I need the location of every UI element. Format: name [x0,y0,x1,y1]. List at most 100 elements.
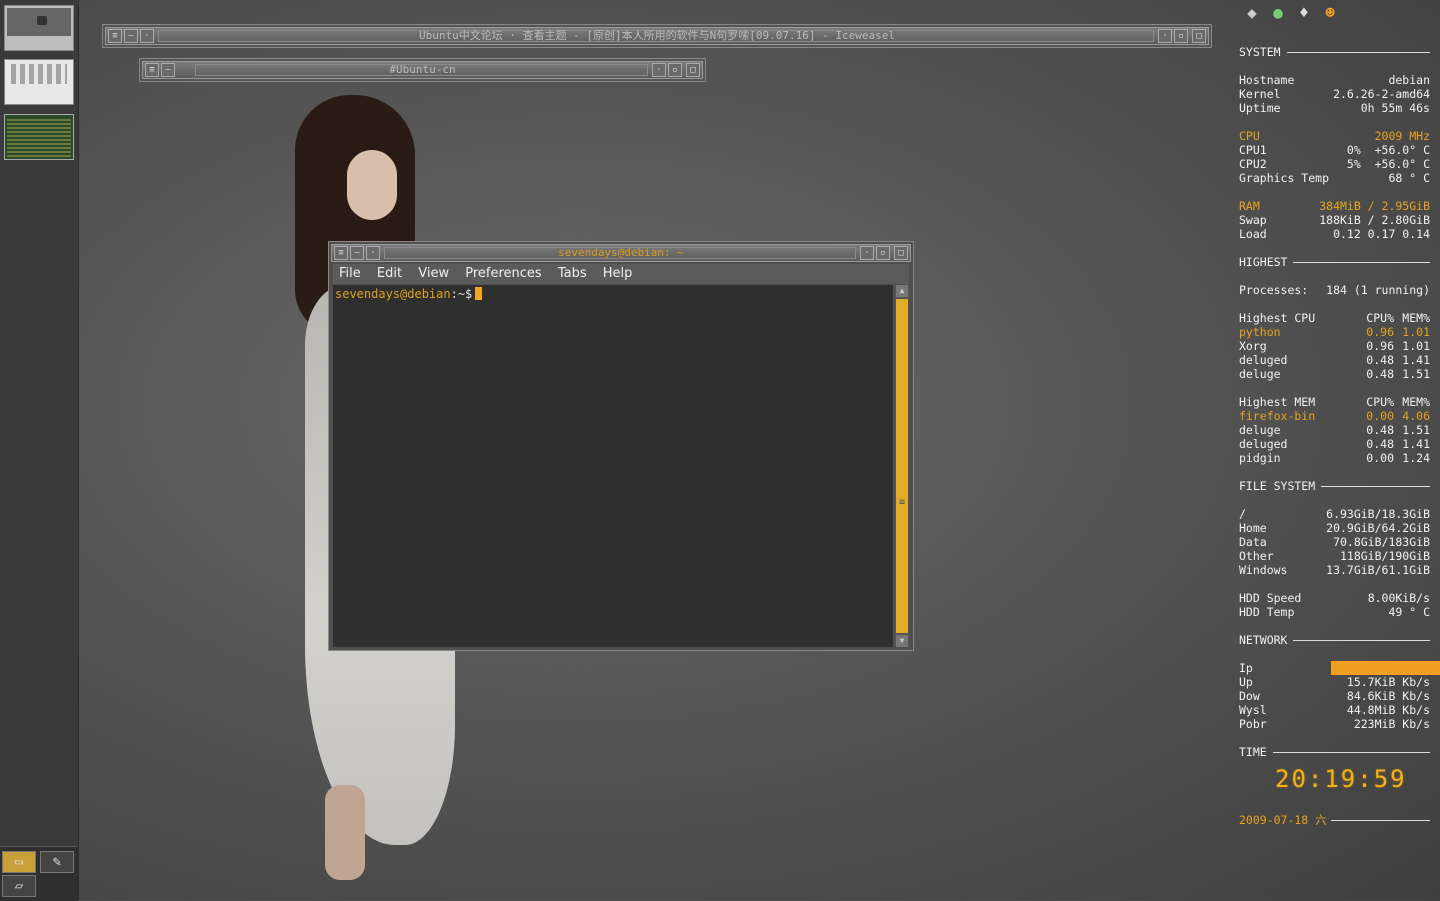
fs-value: 13.7GiB/61.1GiB [1326,563,1430,577]
terminal-title: sevendays@debian: ~ [558,246,684,259]
fs-label: Other [1239,549,1274,563]
proc-name: pidgin [1239,451,1281,465]
menu-edit[interactable]: Edit [371,264,408,284]
hdd-info: HDD Speed 8.00KiB/s HDD Temp 49 ° C [1239,591,1430,619]
network-section: NETWORK [1239,633,1430,647]
scroll-down-icon[interactable]: ▼ [896,635,908,647]
tray-icons: ◆ ● ♦ ☻ [1241,2,1345,24]
proc-mem: 1.01 [1402,339,1430,353]
iceweasel-titlebar[interactable]: ≡ – · Ubuntu中文论坛 · 查看主题 - [原创]本人所用的软件与N句… [105,27,1209,45]
highest-cpu-title: Highest CPU [1239,311,1316,325]
proc-mem: 1.01 [1402,325,1430,339]
maximize-icon[interactable]: ▫ [1174,29,1188,43]
fs-label: Home [1239,521,1267,535]
cpu1-pct: 0% [1346,143,1361,157]
wallpaper-leg [325,785,365,880]
close-icon[interactable]: □ [894,246,908,260]
terminal-window[interactable]: ≡ – · sevendays@debian: ~ · ▫ □ File Edi… [328,241,914,651]
system-section: SYSTEM [1239,45,1430,59]
filesystem-info: / 6.93GiB/18.3GiB Home 20.9GiB/64.2GiB Dat… [1239,507,1430,577]
cpu2-pct: 5% [1346,157,1361,171]
editor-task-icon[interactable]: ✎ [40,851,74,873]
highest-mem-title: Highest MEM [1239,395,1316,409]
workspace-3-preview [7,119,71,157]
drive-task-icon[interactable]: ▱ [2,875,36,897]
proc-cpu: 0.48 [1366,367,1394,381]
irc-titlebar[interactable]: ≡ – #Ubuntu-cn · ▫ □ [142,61,703,79]
proc-cpu: 0.00 [1366,409,1394,423]
time-section: TIME [1239,745,1430,759]
taskbar-tray: ▭ ✎ ▱ [0,846,78,901]
terminal-menubar: File Edit View Preferences Tabs Help [333,264,909,284]
proc-cpu: 0.48 [1366,353,1394,367]
network-header: NETWORK [1239,633,1288,647]
col-mem: MEM% [1402,395,1430,409]
terminal-titlebar[interactable]: ≡ – · sevendays@debian: ~ · ▫ □ [331,244,911,262]
cpu1-label: CPU1 [1239,143,1267,157]
proc-mem: 1.51 [1402,367,1430,381]
menu-view[interactable]: View [412,264,455,284]
eraser-icon[interactable]: ◆ [1241,2,1263,24]
conky-monitor: ◆ ● ♦ ☻ SYSTEM Hostname debian Kernel 2.6.26-… [1239,0,1440,900]
ip-label: Ip [1239,661,1253,675]
drop-icon[interactable]: ♦ [1293,2,1315,24]
highest-header: HIGHEST [1239,255,1288,269]
scroll-up-icon[interactable]: ▲ [896,285,908,297]
irc-window[interactable]: ≡ – #Ubuntu-cn · ▫ □ [139,58,706,82]
network-info: Ip Up 15.7KiB Kb/s Dow 84.6KiB Kb/s Wysl 44… [1239,661,1440,731]
hostname-value: debian [1388,73,1430,87]
kernel-label: Kernel [1239,87,1281,101]
network-icon[interactable]: ● [1267,2,1289,24]
clock-display: 20:19:59 [1275,765,1407,793]
menu-tabs[interactable]: Tabs [552,264,593,284]
iconify-icon[interactable]: · [652,63,666,77]
wallpaper-face [347,150,397,220]
close-icon[interactable]: □ [1192,29,1206,43]
uptime-label: Uptime [1239,101,1281,115]
menu-help[interactable]: Help [597,264,639,284]
proc-cpu: 0.96 [1366,339,1394,353]
net-value: 44.8MiB Kb/s [1346,703,1430,717]
proc-cpu: 0.96 [1366,325,1394,339]
gfx-temp-label: Graphics Temp [1239,171,1330,185]
proc-name: firefox-bin [1239,409,1316,423]
scrollbar-grip-icon: ≡ [898,497,906,508]
prompt-user: sevendays@debian [335,287,451,301]
iconify-icon[interactable]: · [1158,29,1172,43]
iceweasel-window[interactable]: ≡ – · Ubuntu中文论坛 · 查看主题 - [原创]本人所用的软件与N句… [102,24,1212,48]
terminal-screen[interactable]: sevendays@debian:~$ [333,285,893,647]
fs-label: / [1239,507,1246,521]
shell-prompt: sevendays@debian:~$ [335,287,483,301]
proc-name: python [1239,325,1281,339]
terminal-scrollbar[interactable]: ▲ ≡ ▼ [895,285,909,647]
workspace-3[interactable] [4,114,74,160]
proc-name: deluged [1239,437,1288,451]
menu-preferences[interactable]: Preferences [459,264,547,284]
hdd-speed-value: 8.00KiB/s [1367,591,1430,605]
processes-value: 184 (1 running) [1326,283,1430,297]
proc-name: deluge [1239,367,1281,381]
close-icon[interactable]: □ [686,63,700,77]
load-label: Load [1239,227,1267,241]
uptime-value: 0h 55m 46s [1360,101,1430,115]
workspace-2[interactable] [4,59,74,105]
maximize-icon[interactable]: ▫ [876,246,890,260]
menu-file[interactable]: File [333,264,367,284]
time-header: TIME [1239,745,1267,759]
penguin-icon[interactable]: ☻ [1319,2,1341,24]
hdd-temp-label: HDD Temp [1239,605,1295,619]
fs-value: 118GiB/190GiB [1339,549,1430,563]
processes-info: Processes: 184 (1 running) [1239,283,1430,297]
load-value: 0.12 0.17 0.14 [1333,227,1430,241]
swap-label: Swap [1239,213,1267,227]
workspace-1[interactable] [4,5,74,51]
memory-info: RAM 384MiB / 2.95GiB Swap 188KiB / 2.80GiB… [1239,199,1430,241]
proc-cpu: 0.48 [1366,423,1394,437]
maximize-icon[interactable]: ▫ [668,63,682,77]
ram-label: RAM [1239,199,1260,213]
net-label: Dow [1239,689,1260,703]
scrollbar-thumb[interactable] [896,299,908,633]
terminal-task-icon[interactable]: ▭ [2,851,36,873]
filesystem-header: FILE SYSTEM [1239,479,1316,493]
iconify-icon[interactable]: · [860,246,874,260]
